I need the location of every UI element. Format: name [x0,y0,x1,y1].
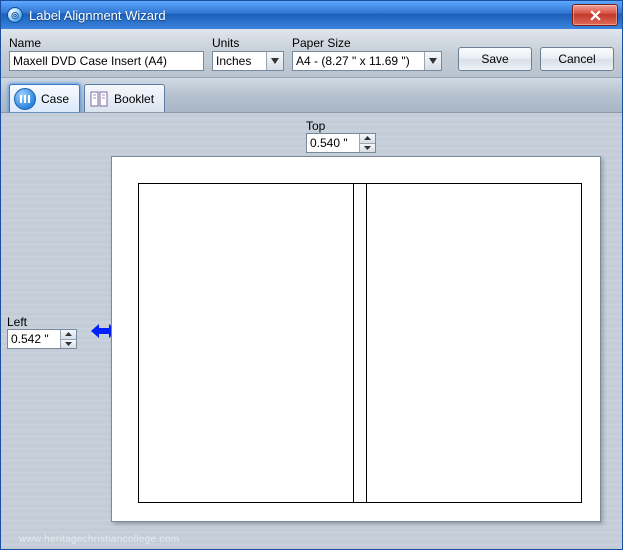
label-panel-left [139,184,353,502]
case-icon [14,88,36,110]
left-margin-input[interactable]: 0.542 " [7,329,77,349]
paper-size-value: A4 - (8.27 " x 11.69 ") [296,54,410,68]
chevron-down-icon [424,52,441,70]
label-panel-right [367,184,581,502]
left-margin-value: 0.542 " [11,332,49,346]
paper-size-label: Paper Size [292,36,442,50]
units-field: Units Inches [212,36,284,71]
spinner-buttons[interactable] [60,330,76,348]
tab-case-label: Case [41,92,69,106]
units-select[interactable]: Inches [212,51,284,71]
save-button[interactable]: Save [458,47,532,71]
booklet-icon [89,89,109,109]
app-icon: ◎ [7,7,23,23]
name-label: Name [9,36,204,50]
paper-size-field: Paper Size A4 - (8.27 " x 11.69 ") [292,36,442,71]
label-outline [138,183,582,503]
chevron-down-icon [266,52,283,70]
left-margin-label: Left [7,315,77,329]
close-button[interactable] [572,4,618,26]
label-spine [353,184,367,502]
tabs-row: Case Booklet [1,78,622,113]
units-value: Inches [216,54,251,68]
tab-booklet[interactable]: Booklet [84,84,165,112]
tab-case[interactable]: Case [9,84,80,112]
close-icon [590,10,601,21]
name-field: Name [9,36,204,71]
spin-down-icon[interactable] [61,339,76,349]
top-margin-label: Top [306,119,376,133]
watermark: www.heritagechristiancollege.com [19,534,179,545]
title-bar: ◎ Label Alignment Wizard [1,1,622,29]
spin-up-icon[interactable] [360,134,375,143]
paper-preview [111,156,601,522]
top-margin-field: Top 0.540 " [306,119,376,153]
left-margin-field: Left 0.542 " [7,315,77,349]
spin-down-icon[interactable] [360,143,375,153]
units-label: Units [212,36,284,50]
top-margin-input[interactable]: 0.540 " [306,133,376,153]
top-margin-value: 0.540 " [310,136,348,150]
spinner-buttons[interactable] [359,134,375,152]
dialog-window: ◎ Label Alignment Wizard Name Units Inch… [0,0,623,550]
workspace: Top 0.540 " Left 0.542 " [1,113,622,549]
save-button-label: Save [481,52,508,66]
paper-size-select[interactable]: A4 - (8.27 " x 11.69 ") [292,51,442,71]
spin-up-icon[interactable] [61,330,76,339]
name-input[interactable] [9,51,204,71]
title-text: Label Alignment Wizard [29,8,572,23]
cancel-button-label: Cancel [558,52,595,66]
cancel-button[interactable]: Cancel [540,47,614,71]
tab-booklet-label: Booklet [114,92,154,106]
toolbar: Name Units Inches Paper Size A4 - (8.27 … [1,29,622,78]
